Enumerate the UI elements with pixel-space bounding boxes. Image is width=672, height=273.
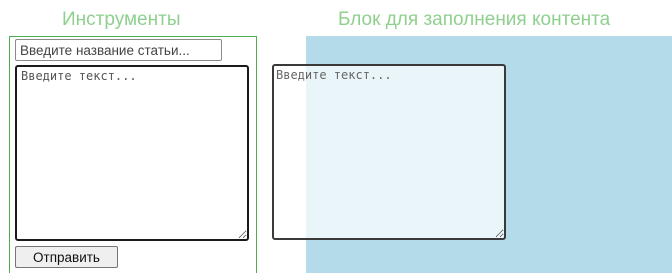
content-heading: Блок для заполнения контента (338, 9, 611, 30)
content-text-area[interactable] (272, 64, 506, 240)
submit-button[interactable]: Отправить (15, 246, 118, 268)
article-title-input[interactable] (15, 39, 222, 61)
tools-panel: Отправить (9, 36, 257, 273)
page: Инструменты Блок для заполнения контента… (0, 0, 672, 273)
article-text-input[interactable] (15, 65, 249, 241)
tools-heading: Инструменты (62, 9, 181, 30)
